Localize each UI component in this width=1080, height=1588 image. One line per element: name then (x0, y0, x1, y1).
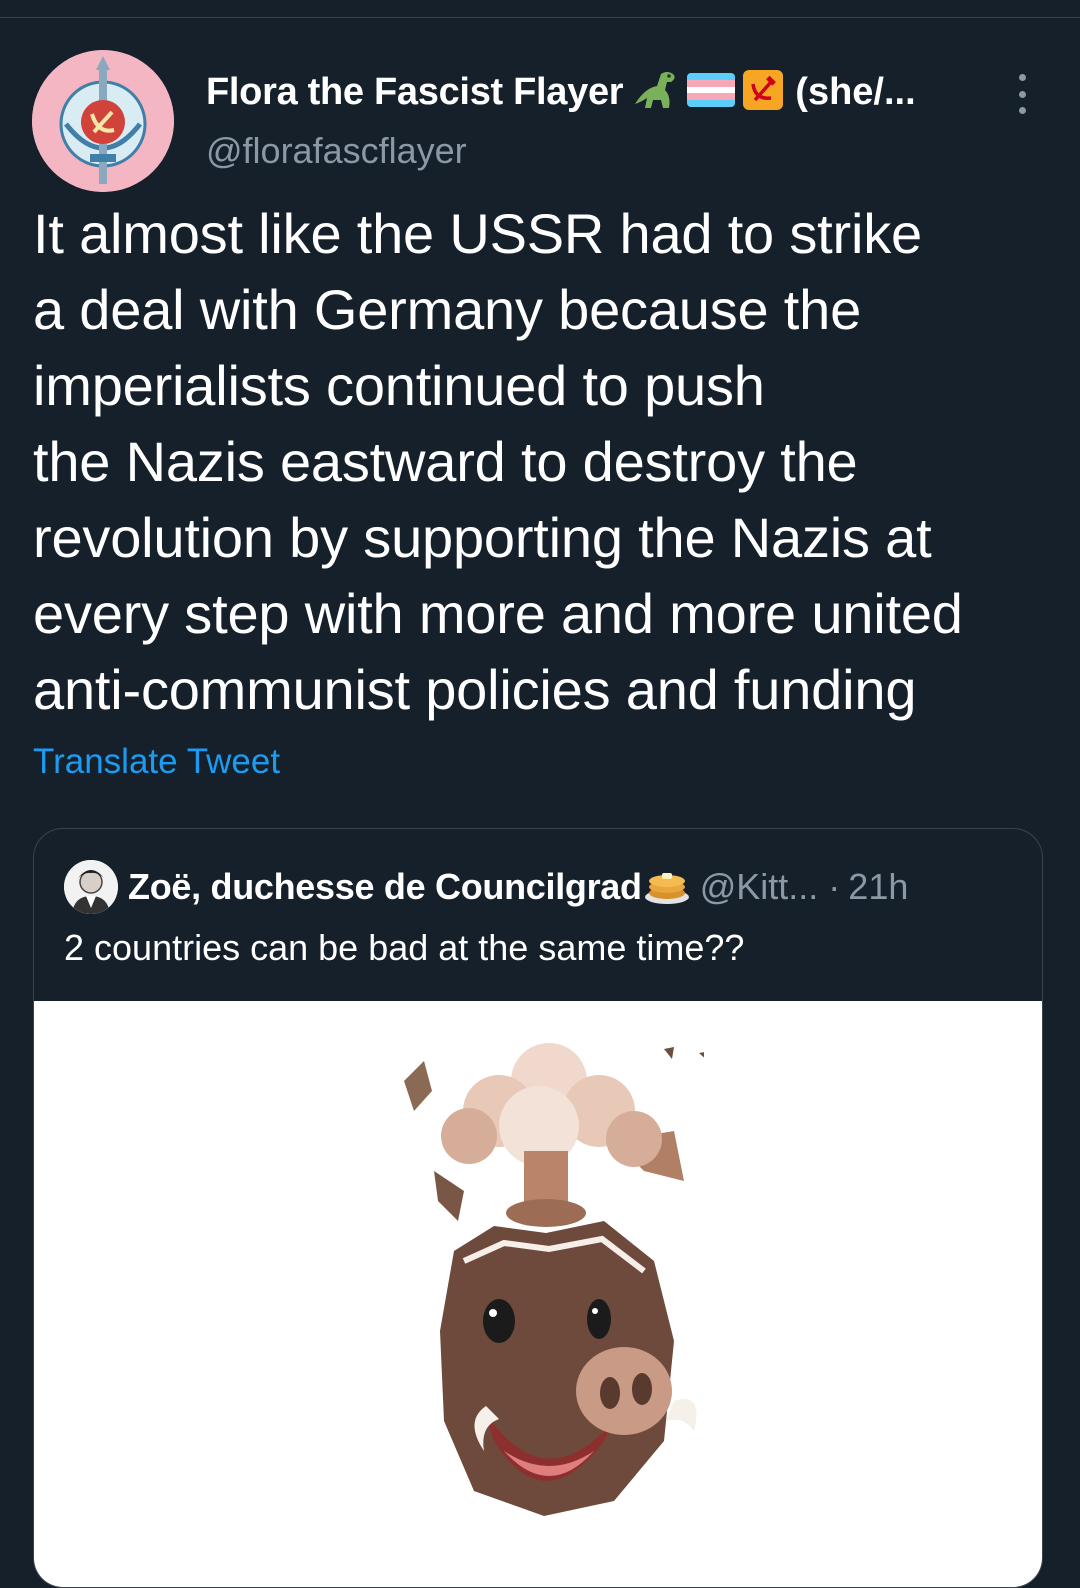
author-avatar[interactable] (32, 50, 174, 192)
tweet-text: It almost like the USSR had to strike a … (33, 202, 963, 721)
author-display-name[interactable]: Flora the Fascist Flayer (206, 71, 624, 114)
more-dot (1018, 107, 1026, 114)
transgender-flag-emoji-icon (687, 72, 736, 112)
quoted-handle[interactable]: @Kitt... (700, 866, 819, 908)
tweet: Flora the Fascist Flayer (she/... @flora… (0, 0, 1080, 1588)
quoted-tweet-media[interactable] (34, 1001, 1042, 1587)
more-dot (1018, 74, 1026, 81)
translate-tweet-link[interactable]: Translate Tweet (33, 742, 280, 782)
portrait-icon (64, 860, 118, 914)
author-name-row[interactable]: Flora the Fascist Flayer (she/... (206, 68, 916, 116)
quoted-separator: · (828, 866, 841, 907)
quoted-display-name[interactable]: Zoë, duchesse de Councilgrad (128, 866, 642, 908)
quoted-tweet-header: Zoë, duchesse de Councilgrad @Kitt... · … (64, 859, 1024, 915)
pancakes-emoji-icon (644, 865, 690, 910)
more-dot (1018, 90, 1026, 98)
quoted-timestamp[interactable]: 21h (848, 866, 908, 908)
quoted-tweet-card[interactable]: Zoë, duchesse de Councilgrad @Kitt... · … (33, 828, 1043, 1588)
t-rex-emoji-icon (631, 68, 679, 117)
more-vertical-icon[interactable] (1008, 74, 1036, 114)
quoted-author-avatar[interactable] (64, 860, 118, 914)
author-pronouns: (she/... (795, 70, 916, 113)
exploding-head-boar-animoji-icon (404, 1043, 704, 1516)
soviet-emblem-icon (32, 50, 174, 192)
author-handle[interactable]: @florafascflayer (206, 130, 467, 172)
quoted-tweet-text: 2 countries can be bad at the same time?… (64, 927, 745, 968)
hammer-and-sickle-emoji-icon (743, 69, 784, 115)
